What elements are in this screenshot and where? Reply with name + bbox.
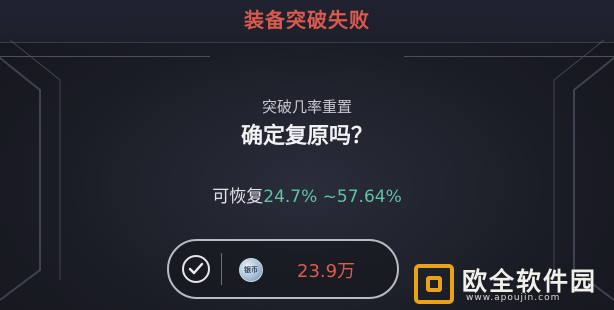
watermark-logo-icon [414, 264, 454, 304]
restore-range: 24.7% ~57.64% [263, 187, 402, 207]
site-watermark: 欧全软件园 www.apoujin.com [410, 260, 614, 310]
confirm-button[interactable]: 银币 23.9万 [167, 239, 399, 299]
dialog-title: 装备突破失败 [244, 8, 370, 32]
cost-amount: 23.9万 [297, 261, 356, 282]
header-divider-right [404, 56, 614, 57]
check-icon [182, 255, 210, 283]
watermark-url: www.apoujin.com [466, 293, 561, 303]
left-frame-decoration [0, 39, 61, 301]
dialog-subtitle: 突破几率重置 [261, 98, 352, 116]
dialog-question: 确定复原吗？ [240, 124, 373, 149]
button-divider [221, 253, 222, 285]
header-divider-left [0, 56, 210, 57]
restore-info: 可恢复24.7% ~57.64% [0, 182, 614, 207]
restore-label: 可恢复 [212, 187, 264, 207]
silver-coin-icon: 银币 [239, 258, 263, 282]
